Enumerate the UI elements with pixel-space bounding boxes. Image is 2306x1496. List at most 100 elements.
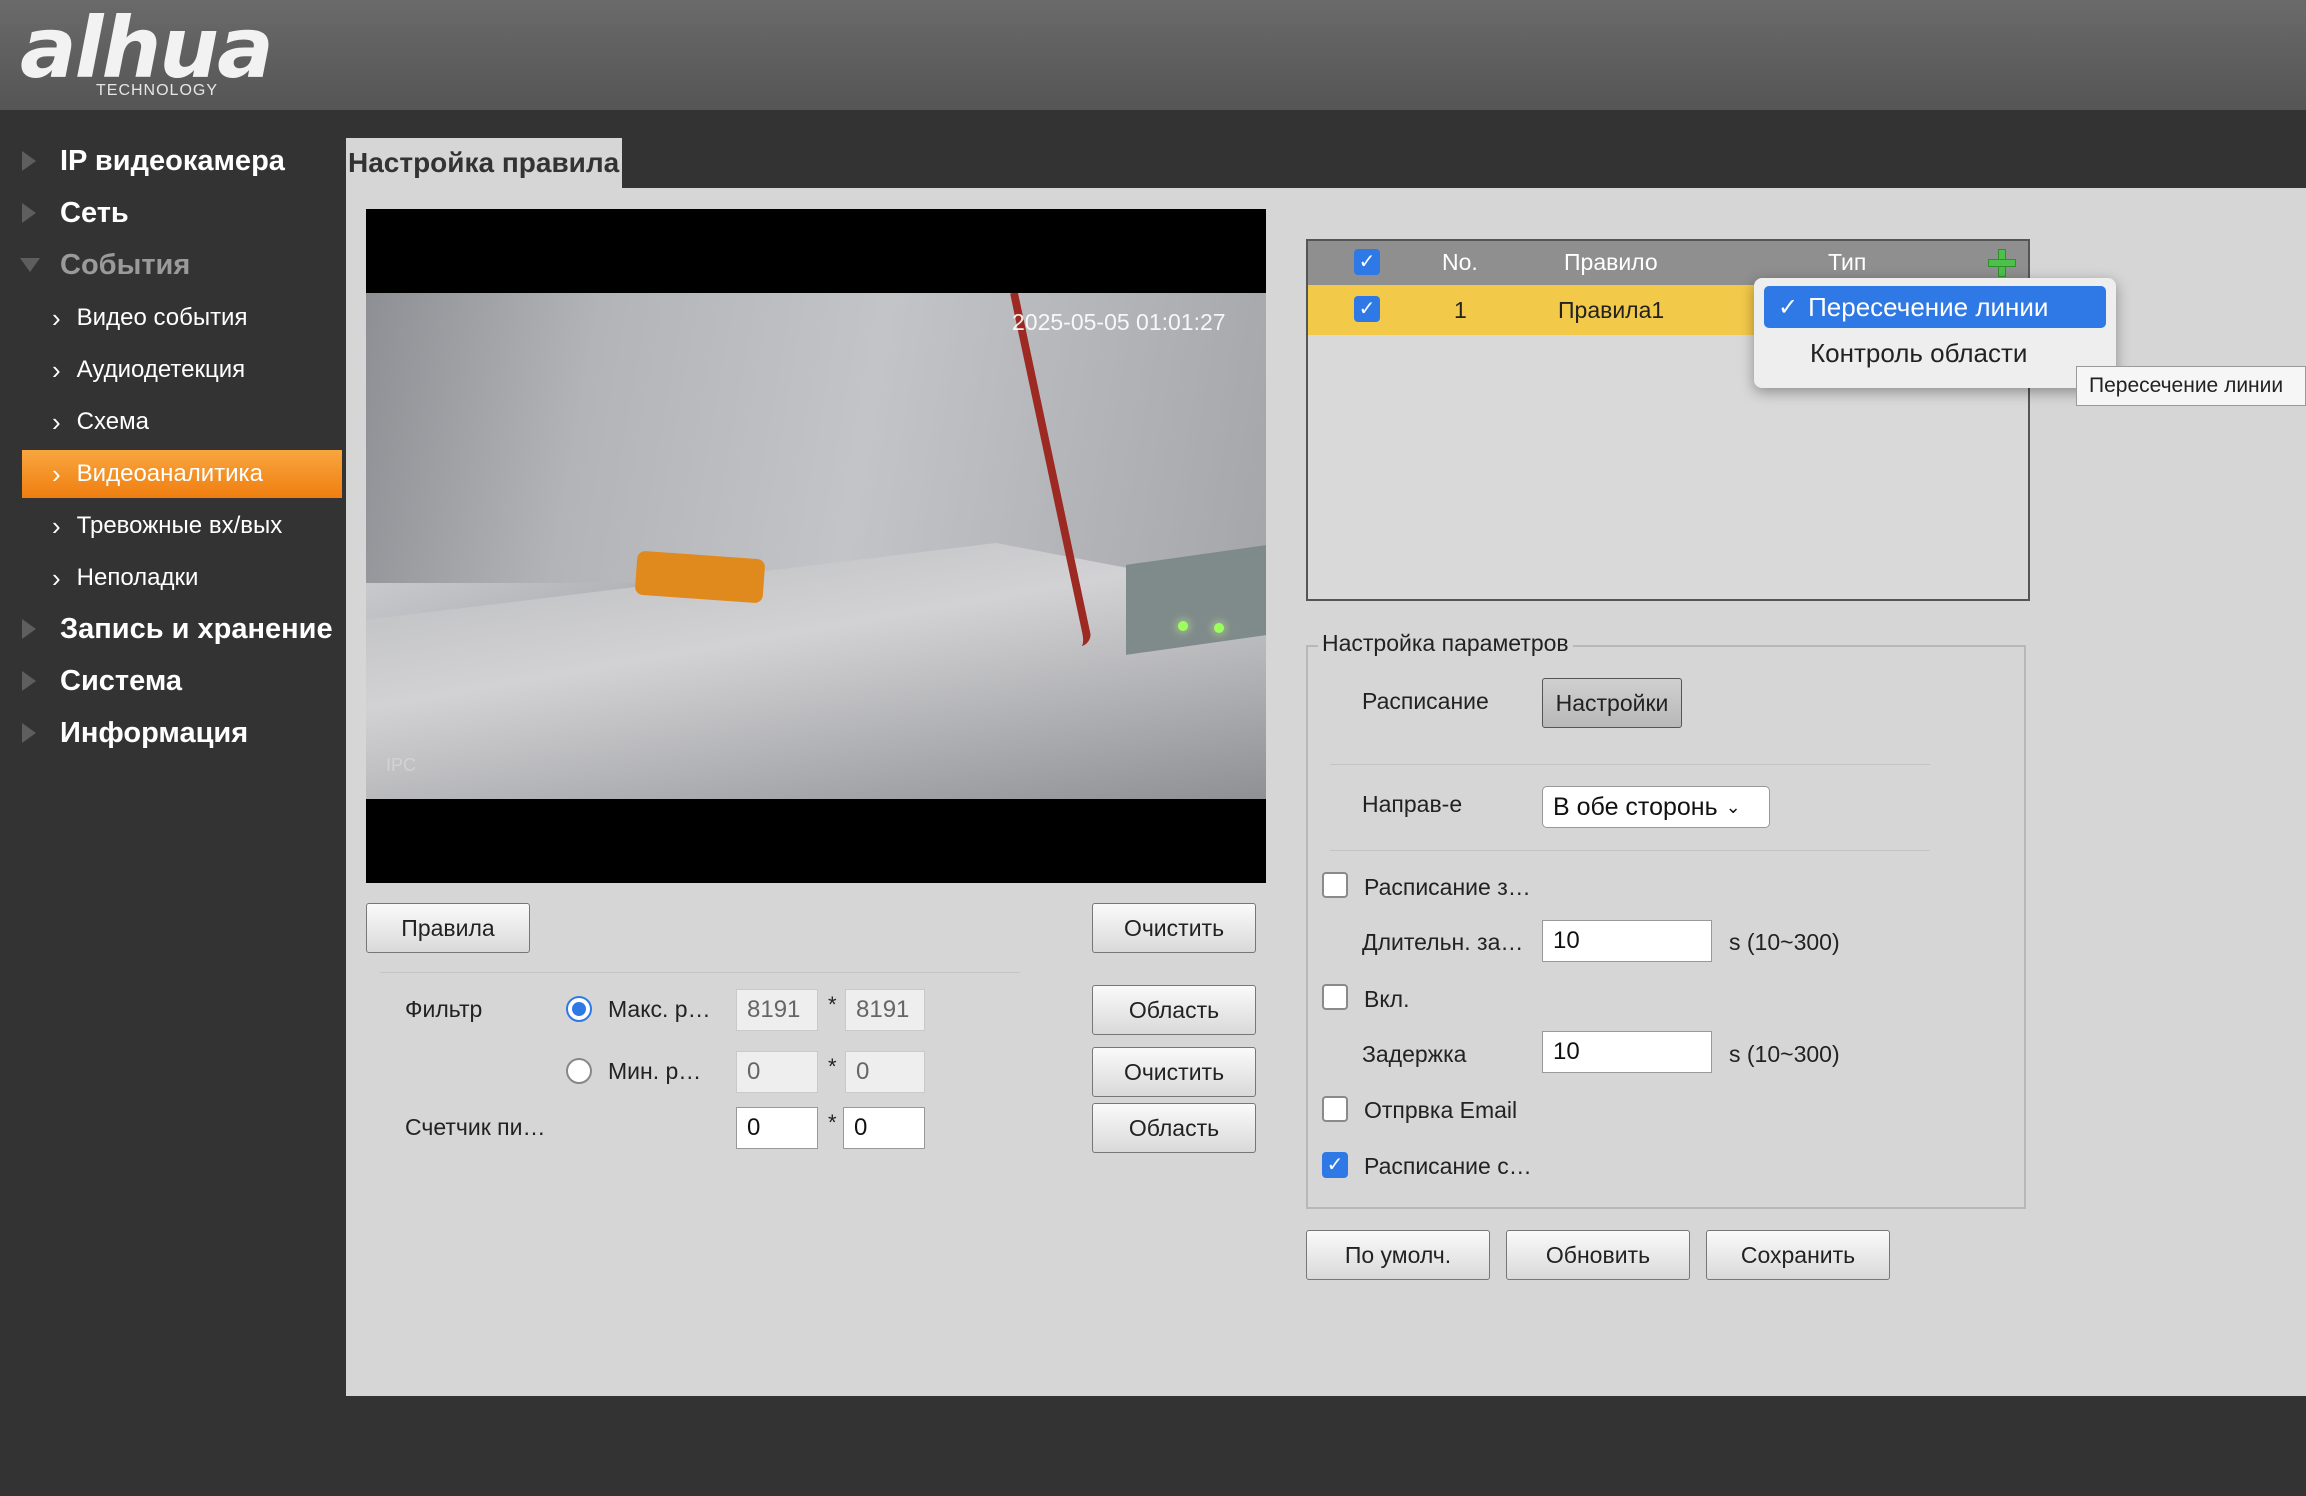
- tab-rule-settings[interactable]: Настройка правила: [346, 138, 622, 188]
- min-size-radio[interactable]: [566, 1058, 592, 1084]
- min-height-field[interactable]: 0: [845, 1051, 925, 1093]
- enable-label: Вкл.: [1364, 986, 1410, 1012]
- col-rule: Правило: [1564, 249, 1658, 275]
- divider: [1330, 764, 1930, 765]
- nav-audio-detection[interactable]: › Аудиодетекция: [22, 346, 342, 394]
- expand-arrow-icon: [22, 151, 36, 171]
- nav-system[interactable]: Система: [22, 656, 342, 706]
- tooltip: Пересечение линии: [2076, 366, 2306, 406]
- nav-video-events[interactable]: › Видео события: [22, 294, 342, 342]
- row-number: 1: [1454, 297, 1467, 323]
- nav-alarm-io[interactable]: › Тревожные вх/вых: [22, 502, 342, 550]
- select-all-checkbox[interactable]: ✓: [1354, 249, 1380, 275]
- delay-input[interactable]: 10: [1542, 1031, 1712, 1073]
- nav-label: Схема: [76, 408, 149, 435]
- chevron-down-icon: ⌄: [1725, 796, 1741, 817]
- nav-label: Запись и хранение: [60, 612, 333, 645]
- direction-select[interactable]: В обе сторонь ⌄: [1542, 786, 1770, 828]
- divider: [380, 972, 1020, 973]
- video-timestamp: 2025-05-05 01:01:27: [1012, 309, 1226, 335]
- check-icon: ✓: [1778, 293, 1799, 321]
- nav-record-storage[interactable]: Запись и хранение: [22, 604, 342, 654]
- send-email-label: Отпрвка Email: [1364, 1097, 1518, 1123]
- nav-label: События: [60, 248, 191, 281]
- record-schedule-label: Расписание з…: [1364, 874, 1531, 900]
- max-size-radio[interactable]: [566, 996, 592, 1022]
- col-type: Тип: [1828, 249, 1867, 275]
- video-watermark: IPC: [386, 755, 417, 775]
- nav-information[interactable]: Информация: [22, 708, 342, 758]
- rules-button[interactable]: Правила: [366, 903, 530, 953]
- check-icon: ✓: [1326, 1154, 1344, 1176]
- orange-object: [634, 550, 766, 604]
- snapshot-schedule-checkbox[interactable]: ✓: [1322, 1152, 1348, 1178]
- divider: [1330, 850, 1930, 851]
- nav-label: Аудиодетекция: [76, 356, 246, 383]
- nav-video-analytics[interactable]: › Видеоаналитика: [22, 450, 342, 498]
- nav-network[interactable]: Сеть: [22, 188, 342, 238]
- counter-width-field[interactable]: 0: [736, 1107, 818, 1149]
- nav-label: Система: [60, 664, 183, 697]
- filter-label: Фильтр: [405, 996, 483, 1022]
- collapse-arrow-icon: [20, 258, 40, 272]
- times-separator: *: [828, 992, 837, 1017]
- expand-arrow-icon: [22, 619, 36, 639]
- direction-value: В обе сторонь: [1553, 792, 1718, 821]
- row-checkbox[interactable]: ✓: [1354, 296, 1380, 322]
- delay-label: Задержка: [1362, 1041, 1467, 1067]
- sidebar: IP видеокамера Сеть События › Видео собы…: [0, 110, 346, 1496]
- led-light: [1178, 621, 1188, 631]
- nav-events[interactable]: События: [20, 240, 342, 290]
- record-duration-input[interactable]: 10: [1542, 920, 1712, 962]
- col-no: No.: [1442, 249, 1478, 275]
- nav-label: Видео события: [76, 304, 248, 331]
- enable-checkbox[interactable]: [1322, 984, 1348, 1010]
- nav-label: Сеть: [60, 196, 129, 229]
- nav-label: Неполадки: [76, 564, 199, 591]
- chevron-right-icon: ›: [52, 303, 61, 333]
- nav-label: IP видеокамера: [60, 144, 285, 177]
- nav-faults[interactable]: › Неполадки: [22, 554, 342, 602]
- nav-label: Тревожные вх/вых: [76, 512, 283, 539]
- led-light: [1214, 623, 1224, 633]
- clear-button-2[interactable]: Очистить: [1092, 1047, 1256, 1097]
- schedule-settings-button[interactable]: Настройки: [1542, 678, 1682, 728]
- max-width-field[interactable]: 8191: [736, 989, 818, 1031]
- wall: [366, 293, 1266, 583]
- chevron-right-icon: ›: [52, 511, 61, 541]
- direction-label: Направ-е: [1362, 791, 1463, 817]
- default-button[interactable]: По умолч.: [1306, 1230, 1490, 1280]
- option-label: Пересечение линии: [1808, 291, 2049, 322]
- row-rule-name: Правила1: [1558, 297, 1665, 323]
- max-size-label: Макс. р…: [608, 996, 711, 1022]
- option-label: Контроль области: [1810, 337, 2028, 368]
- nav-ip-camera[interactable]: IP видеокамера: [22, 136, 342, 186]
- times-separator: *: [828, 1054, 837, 1079]
- expand-arrow-icon: [22, 671, 36, 691]
- min-width-field[interactable]: 0: [736, 1051, 818, 1093]
- video-preview[interactable]: 2025-05-05 01:01:27 IPC: [366, 209, 1266, 883]
- chevron-right-icon: ›: [52, 355, 61, 385]
- record-schedule-checkbox[interactable]: [1322, 872, 1348, 898]
- times-separator: *: [828, 1110, 837, 1135]
- chevron-right-icon: ›: [52, 407, 61, 437]
- nav-scheme[interactable]: › Схема: [22, 398, 342, 446]
- nav-label: Видеоаналитика: [76, 460, 263, 487]
- option-line-crossing[interactable]: ✓ Пересечение линии: [1764, 286, 2106, 328]
- pixel-counter-label: Счетчик пи…: [405, 1114, 546, 1140]
- record-duration-label: Длительн. за…: [1362, 929, 1524, 955]
- area-button[interactable]: Область: [1092, 985, 1256, 1035]
- option-area-control[interactable]: Контроль области: [1764, 332, 2106, 374]
- logo-subtitle: TECHNOLOGY: [96, 82, 219, 99]
- counter-height-field[interactable]: 0: [843, 1107, 925, 1149]
- save-button[interactable]: Сохранить: [1706, 1230, 1890, 1280]
- top-header: alhua TECHNOLOGY: [0, 0, 2306, 110]
- add-rule-icon[interactable]: [1984, 245, 2018, 279]
- refresh-button[interactable]: Обновить: [1506, 1230, 1690, 1280]
- schedule-label: Расписание: [1362, 688, 1489, 714]
- max-height-field[interactable]: 8191: [845, 989, 925, 1031]
- clear-button[interactable]: Очистить: [1092, 903, 1256, 953]
- area-button-2[interactable]: Область: [1092, 1103, 1256, 1153]
- expand-arrow-icon: [22, 203, 36, 223]
- send-email-checkbox[interactable]: [1322, 1096, 1348, 1122]
